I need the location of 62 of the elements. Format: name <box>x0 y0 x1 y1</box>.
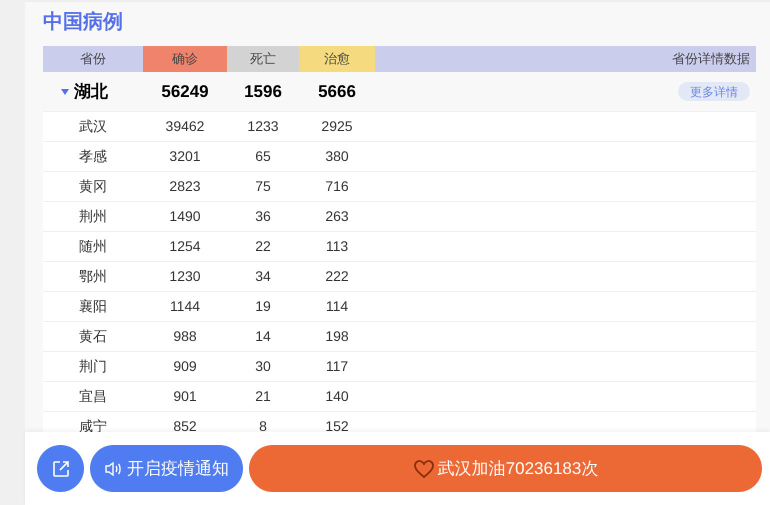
table-cell-text: 117 <box>324 357 350 376</box>
table-cell-text: 1144 <box>168 297 202 316</box>
table-cell-text: 21 <box>254 387 272 406</box>
table-cell-text: 黄石 <box>78 327 108 346</box>
table-cell-text: 宜昌 <box>78 387 108 406</box>
table-cell-text: 鄂州 <box>78 267 108 286</box>
table-cell-text: 30 <box>254 357 272 376</box>
table-cell-text: 263 <box>324 207 350 226</box>
table-cell-text: 2823 <box>168 177 202 196</box>
speaker-icon <box>104 460 122 476</box>
heart-icon <box>412 458 435 478</box>
table-cell-text: 901 <box>172 387 198 406</box>
table-cell-text: 140 <box>324 387 350 406</box>
column-header: 省份 <box>43 46 143 72</box>
table-cell-text: 5666 <box>317 80 357 103</box>
table-cell-text: 荆州 <box>78 207 108 226</box>
table-cell-text: 14 <box>254 327 272 346</box>
table-cell-text: 39462 <box>164 117 206 136</box>
table-cell-text: 1596 <box>243 80 283 103</box>
table-cell-text: 荆门 <box>78 357 108 376</box>
table-cell-text: 113 <box>324 237 350 256</box>
cheer-button[interactable]: 武汉加油70236183次 <box>249 445 762 492</box>
table-cell-text: 198 <box>324 327 350 346</box>
table-cell-text: 65 <box>254 147 272 166</box>
table-cell-text: 1233 <box>246 117 280 136</box>
section-title: 中国病例 <box>43 10 124 35</box>
table-cell-text: 1490 <box>168 207 202 226</box>
table-cell-text: 黄冈 <box>78 177 108 196</box>
more-details-button[interactable]: 更多详情 <box>678 82 750 101</box>
table-cell-text: 36 <box>254 207 272 226</box>
table-cell-text: 3201 <box>168 147 202 166</box>
province-name: 湖北 <box>74 80 108 103</box>
table-cell-text: 8 <box>258 417 268 436</box>
table-cell-text: 孝感 <box>78 147 108 166</box>
notification-button[interactable]: 开启疫情通知 <box>90 445 243 492</box>
table-cell-text: 22 <box>254 237 272 256</box>
table-cell-text: 909 <box>172 357 198 376</box>
table-cell-text: 852 <box>172 417 198 436</box>
table-cell-text: 随州 <box>78 237 108 256</box>
table-cell-text: 114 <box>324 297 350 316</box>
table-cell-text: 56249 <box>160 80 210 103</box>
column-header: 省份详情数据 <box>375 46 756 72</box>
share-icon <box>50 458 70 478</box>
table-cell-text: 988 <box>172 327 198 346</box>
table-cell-text: 1254 <box>168 237 202 256</box>
column-header: 死亡 <box>227 46 299 72</box>
column-header: 治愈 <box>299 46 375 72</box>
share-button[interactable] <box>37 445 84 492</box>
expand-toggle-icon[interactable] <box>61 88 69 94</box>
table-cell-text: 380 <box>324 147 350 166</box>
table-cell-text: 222 <box>324 267 350 286</box>
table-cell-text: 152 <box>324 417 350 436</box>
table-cell-text: 34 <box>254 267 272 286</box>
table-cell-text: 武汉 <box>78 117 108 136</box>
table-cell-text: 2925 <box>320 117 354 136</box>
table-cell-text: 1230 <box>168 267 202 286</box>
table-cell-text: 19 <box>254 297 272 316</box>
column-header: 确诊 <box>143 46 227 72</box>
table-cell-text: 襄阳 <box>78 297 108 316</box>
table-cell-text: 75 <box>254 177 272 196</box>
table-cell-text: 716 <box>324 177 350 196</box>
table-cell-text: 咸宁 <box>78 417 108 436</box>
